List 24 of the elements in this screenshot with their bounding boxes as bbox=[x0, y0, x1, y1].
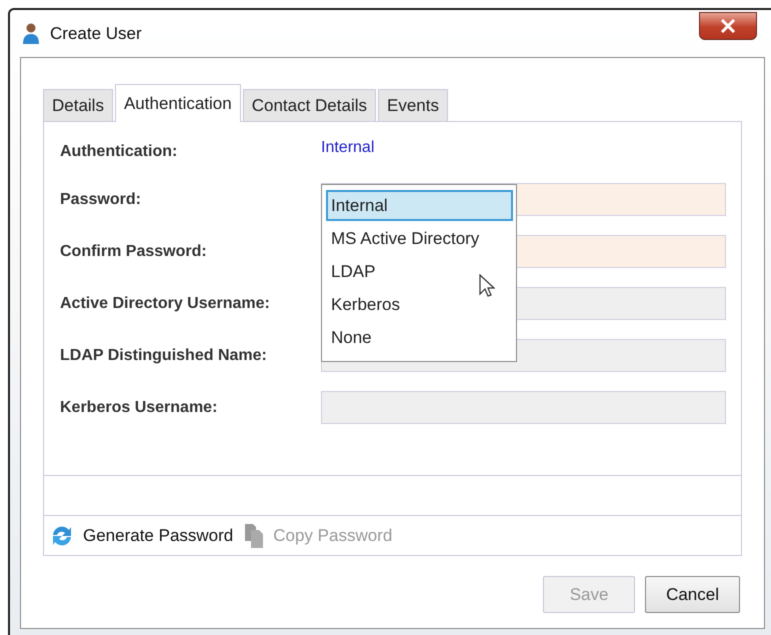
tab[interactable]: Events bbox=[378, 89, 448, 121]
close-button[interactable] bbox=[699, 12, 757, 40]
tab[interactable]: Details bbox=[43, 89, 113, 121]
copy-icon bbox=[243, 522, 266, 548]
dropdown-option[interactable]: MS Active Directory bbox=[326, 223, 513, 254]
window-title: Create User bbox=[50, 24, 142, 44]
dropdown-option[interactable]: None bbox=[326, 322, 513, 353]
field-label: LDAP Distinguished Name: bbox=[60, 346, 268, 364]
dropdown-option[interactable]: Kerberos bbox=[326, 289, 513, 320]
toolbar-button[interactable]: Generate Password bbox=[49, 522, 234, 548]
tab[interactable]: Authentication bbox=[114, 84, 241, 122]
field-label: Authentication: bbox=[60, 142, 178, 160]
dialog-button[interactable]: Cancel bbox=[645, 576, 740, 613]
field-label: Confirm Password: bbox=[60, 242, 208, 260]
field-label: Password: bbox=[60, 190, 142, 208]
mouse-pointer-icon bbox=[479, 274, 495, 298]
close-icon bbox=[720, 19, 736, 33]
tab[interactable]: Contact Details bbox=[242, 89, 376, 121]
field-label: Active Directory Username: bbox=[60, 294, 271, 312]
authentication-value[interactable]: Internal bbox=[321, 131, 726, 164]
dropdown-option[interactable]: Internal bbox=[326, 190, 513, 221]
user-icon bbox=[22, 22, 40, 44]
dropdown-option[interactable]: LDAP bbox=[326, 256, 513, 287]
field-label: Kerberos Username: bbox=[60, 398, 218, 416]
